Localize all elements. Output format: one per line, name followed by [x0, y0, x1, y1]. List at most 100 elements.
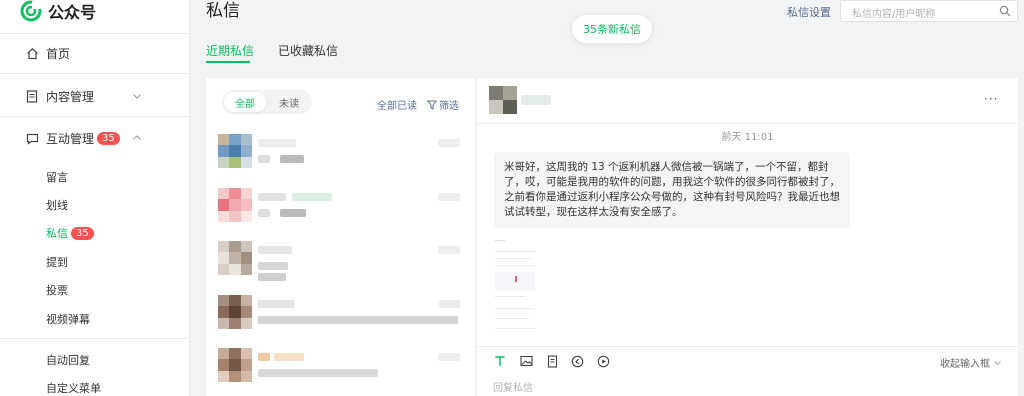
blurred-name — [258, 193, 286, 201]
sidebar-subitem-label: 自动回复 — [46, 354, 90, 367]
reply-input[interactable]: 回复私信 — [493, 379, 533, 394]
sidebar-item-interaction[interactable]: 互动管理 35 — [25, 130, 120, 147]
avatar — [218, 295, 252, 329]
blurred-name — [258, 139, 296, 147]
sidebar-item-label: 首页 — [46, 47, 71, 61]
sidebar-subitem-label: 视频弹幕 — [46, 313, 90, 326]
segment-unread[interactable]: 未读 — [268, 92, 310, 112]
sidebar-item-auto-reply[interactable]: 自动回复 — [46, 352, 90, 368]
blurred-time — [438, 193, 460, 201]
text-icon[interactable] — [493, 354, 507, 368]
blurred-time — [438, 300, 460, 308]
blurred-time — [438, 246, 460, 254]
app-name: 公众号 — [48, 3, 97, 22]
chevron-up-icon[interactable] — [132, 133, 142, 143]
chevron-down-icon — [994, 360, 1001, 365]
blurred-time — [438, 353, 460, 361]
reply-toolbar: 收起输入框 — [477, 346, 1018, 374]
chat-panel: ··· 前天 11:01 米哥好，这周我的 13 个返利机器人微信被一锅端了，一… — [477, 78, 1018, 396]
blurred-preview — [258, 262, 288, 270]
audio-icon[interactable] — [570, 354, 584, 368]
avatar[interactable] — [489, 86, 517, 114]
sidebar-subitem-label: 留言 — [46, 171, 68, 184]
new-messages-pill[interactable]: 35条新私信 — [572, 15, 652, 43]
avatar — [218, 241, 252, 275]
blurred-preview — [258, 316, 458, 324]
search-icon[interactable] — [999, 5, 1011, 17]
sidebar-divider — [0, 33, 190, 34]
chat-icon — [25, 132, 39, 146]
app-logo[interactable]: 公众号 — [20, 0, 96, 22]
image-icon[interactable] — [519, 354, 533, 368]
blurred-name — [274, 353, 304, 361]
message-settings-link[interactable]: 私信设置 — [787, 4, 831, 20]
chevron-down-icon[interactable] — [132, 91, 142, 101]
sidebar: 公众号 首页 内容管理 互动管理 35 留言 划线 私信 35 提到 投票 视频… — [0, 0, 190, 396]
avatar — [218, 134, 252, 168]
sidebar-subitem-label: 投票 — [46, 284, 68, 297]
blurred-name — [258, 246, 292, 254]
wechat-official-logo-icon — [20, 0, 42, 22]
filter-button[interactable]: 筛选 — [427, 97, 459, 112]
avatar — [218, 188, 252, 222]
message-bubble: 米哥好，这周我的 13 个返利机器人微信被一锅端了，一个不留，都封了，哎，可能是… — [494, 152, 850, 228]
more-options-icon[interactable]: ··· — [984, 92, 998, 106]
document-icon — [25, 90, 39, 104]
home-icon — [25, 47, 39, 61]
blurred-name — [258, 353, 270, 361]
sidebar-subitem-label: 私信 — [46, 227, 68, 240]
sidebar-divider — [0, 116, 190, 117]
mark-all-read-button[interactable]: 全部已读 — [377, 97, 417, 112]
page-title: 私信 — [206, 1, 240, 21]
sidebar-subitem-label: 划线 — [46, 199, 68, 212]
sidebar-item-custom-menu[interactable]: 自定义菜单 — [46, 380, 101, 396]
blurred-preview — [258, 155, 270, 163]
tab-starred-messages[interactable]: 已收藏私信 — [278, 42, 338, 59]
blurred-preview — [258, 273, 286, 281]
document-icon[interactable] — [545, 354, 559, 368]
video-icon[interactable] — [596, 354, 610, 368]
filter-label: 筛选 — [439, 101, 459, 112]
read-filter-segment: 全部 未读 — [222, 90, 312, 114]
blurred-time — [438, 139, 460, 147]
image-message-thumbnail[interactable] — [493, 238, 537, 334]
sidebar-subitem-label: 提到 — [46, 256, 68, 269]
collapse-input-label: 收起输入框 — [940, 359, 990, 370]
collapse-input-button[interactable]: 收起输入框 — [940, 355, 1002, 370]
filter-icon — [427, 100, 437, 110]
chat-header: ··· — [477, 78, 1018, 124]
conversation-item[interactable] — [218, 188, 468, 236]
sidebar-item-content[interactable]: 内容管理 — [25, 88, 94, 105]
blurred-preview — [258, 369, 378, 377]
sidebar-subitem-highlights[interactable]: 划线 — [46, 197, 68, 213]
sidebar-item-home[interactable]: 首页 — [25, 45, 70, 62]
sidebar-subitem-danmaku[interactable]: 视频弹幕 — [46, 311, 90, 327]
sidebar-subitem-comments[interactable]: 留言 — [46, 169, 68, 185]
conversation-item[interactable] — [218, 241, 468, 289]
sidebar-subitem-votes[interactable]: 投票 — [46, 282, 68, 298]
blurred-name — [258, 300, 294, 308]
conversation-list-panel: 全部 未读 全部已读 筛选 — [206, 78, 476, 396]
active-tab-indicator — [206, 61, 250, 63]
conversation-item[interactable] — [218, 295, 468, 343]
sidebar-subitem-messages[interactable]: 私信 35 — [46, 225, 94, 241]
unread-badge: 35 — [71, 226, 94, 240]
sidebar-subitem-label: 自定义菜单 — [46, 382, 101, 395]
sidebar-divider — [0, 73, 190, 74]
search-input[interactable]: 私信内容/用户昵称 — [840, 0, 1018, 22]
blurred-name — [292, 193, 332, 201]
segment-all[interactable]: 全部 — [224, 92, 266, 112]
tab-recent-messages[interactable]: 近期私信 — [206, 42, 254, 59]
search-placeholder: 私信内容/用户昵称 — [852, 9, 936, 20]
sidebar-subitem-mentions[interactable]: 提到 — [46, 254, 68, 270]
blurred-preview — [280, 209, 306, 217]
conversation-item[interactable] — [218, 348, 468, 396]
blurred-preview — [280, 155, 304, 163]
sidebar-item-label: 互动管理 — [46, 132, 95, 146]
sidebar-item-label: 内容管理 — [46, 90, 95, 104]
conversation-item[interactable] — [218, 134, 468, 182]
message-timestamp: 前天 11:01 — [721, 132, 774, 143]
blurred-contact-name — [521, 95, 551, 105]
sidebar-divider — [0, 338, 190, 339]
blurred-preview — [258, 209, 270, 217]
